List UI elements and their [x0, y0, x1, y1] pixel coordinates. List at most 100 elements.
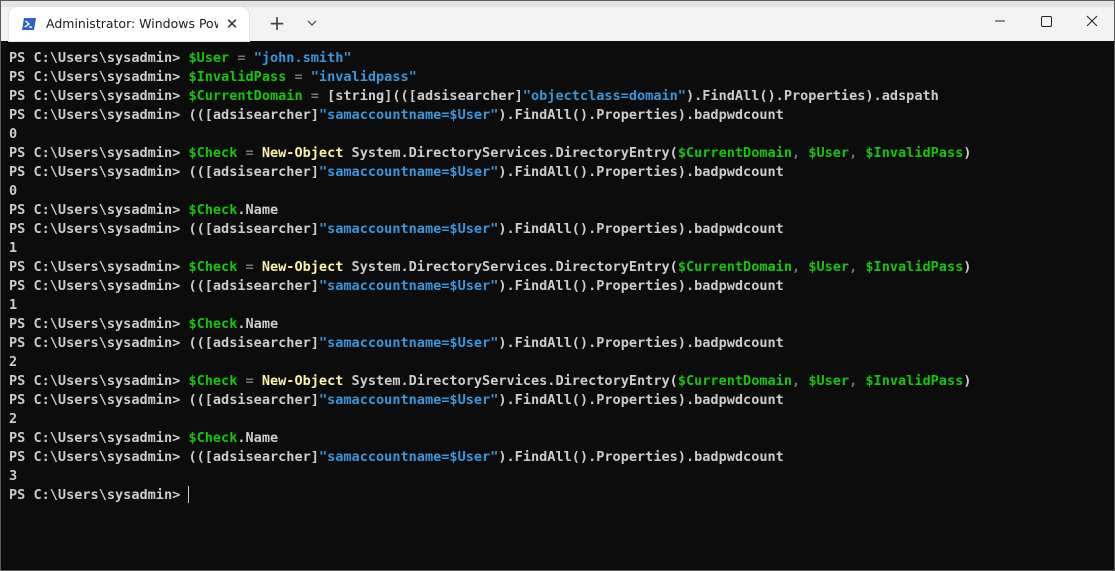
terminal-output[interactable]: PS C:\Users\sysadmin> $User = "john.smit… — [9, 49, 1109, 564]
minimize-button[interactable] — [977, 1, 1023, 41]
tab-powershell[interactable]: Administrator: Windows PowerShell ✕ — [9, 7, 249, 41]
terminal-token: ).FindAll().Properties).badpwdcount — [498, 392, 784, 408]
terminal-token: $User — [188, 50, 230, 66]
terminal-token: "samaccountname=$User" — [318, 449, 499, 465]
terminal-token: ).FindAll().Properties).adspath — [685, 88, 939, 104]
terminal-token: PS C:\Users\sysadmin> — [9, 88, 189, 104]
tab-dropdown-button[interactable] — [299, 11, 325, 35]
terminal-line: 1 — [9, 296, 1109, 315]
terminal-token: $InvalidPass — [188, 69, 287, 85]
terminal-line: 0 — [9, 125, 1109, 144]
terminal-token: "samaccountname=$User" — [318, 164, 499, 180]
terminal-token: 0 — [9, 183, 18, 199]
terminal-token: , — [849, 373, 866, 389]
terminal-token: "samaccountname=$User" — [318, 221, 499, 237]
terminal-token: New-Object — [261, 145, 344, 161]
terminal-token: ) — [963, 259, 972, 275]
terminal-line: PS C:\Users\sysadmin> (([adsisearcher]"s… — [9, 220, 1109, 239]
terminal-token: PS C:\Users\sysadmin> — [9, 335, 189, 351]
terminal-token: = — [286, 69, 311, 85]
terminal-token: "objectclass=domain" — [522, 88, 686, 104]
terminal-token: (([adsisearcher] — [188, 164, 319, 180]
terminal-line: PS C:\Users\sysadmin> $Check = New-Objec… — [9, 144, 1109, 163]
terminal-token: ).FindAll().Properties).badpwdcount — [498, 449, 784, 465]
terminal-token: ).FindAll().Properties).badpwdcount — [498, 164, 784, 180]
terminal-line: PS C:\Users\sysadmin> $Check.Name — [9, 429, 1109, 448]
terminal-token: $InvalidPass — [865, 373, 964, 389]
terminal-line: PS C:\Users\sysadmin> (([adsisearcher]"s… — [9, 334, 1109, 353]
terminal-token: $Check — [188, 145, 238, 161]
terminal-token: , — [792, 145, 809, 161]
terminal-token: $Check — [188, 202, 238, 218]
terminal-line: 1 — [9, 239, 1109, 258]
terminal-token: PS C:\Users\sysadmin> — [9, 316, 189, 332]
terminal-token: , — [792, 259, 809, 275]
close-icon: ✕ — [225, 15, 239, 33]
terminal-line: 0 — [9, 182, 1109, 201]
terminal-token: $Check — [188, 373, 238, 389]
prompt-line[interactable]: PS C:\Users\sysadmin> — [9, 486, 1109, 505]
terminal-token: 3 — [9, 468, 18, 484]
close-tab-button[interactable]: ✕ — [223, 15, 241, 33]
close-window-button[interactable] — [1069, 1, 1115, 41]
chevron-down-icon — [307, 20, 317, 26]
terminal-token: (([adsisearcher] — [188, 221, 319, 237]
terminal-token: PS C:\Users\sysadmin> — [9, 430, 189, 446]
terminal-token: $CurrentDomain — [677, 145, 792, 161]
terminal-token: "invalidpass" — [310, 69, 417, 85]
tab-title: Administrator: Windows PowerShell — [46, 16, 218, 31]
terminal-token: (([adsisearcher] — [188, 449, 319, 465]
terminal-token: System.DirectoryServices.DirectoryEntry( — [343, 259, 678, 275]
terminal-token: ).FindAll().Properties).badpwdcount — [498, 221, 784, 237]
terminal-token: PS C:\Users\sysadmin> — [9, 221, 189, 237]
new-tab-button[interactable]: + — [264, 11, 290, 35]
terminal-token: New-Object — [261, 259, 344, 275]
powershell-icon — [21, 16, 37, 32]
terminal-token: ).FindAll().Properties).badpwdcount — [498, 278, 784, 294]
terminal-token: $InvalidPass — [865, 145, 964, 161]
terminal-token: 1 — [9, 240, 18, 256]
terminal-token: 2 — [9, 354, 18, 370]
terminal-token: 1 — [9, 297, 18, 313]
terminal-token: .Name — [237, 430, 279, 446]
terminal-line: PS C:\Users\sysadmin> (([adsisearcher]"s… — [9, 106, 1109, 125]
terminal-token: [string](([adsisearcher] — [327, 88, 523, 104]
terminal-token: PS C:\Users\sysadmin> — [9, 373, 189, 389]
maximize-button[interactable] — [1023, 1, 1069, 41]
terminal-token: $User — [808, 145, 850, 161]
plus-icon: + — [268, 11, 286, 35]
terminal-token: PS C:\Users\sysadmin> — [9, 259, 189, 275]
terminal-line: 2 — [9, 410, 1109, 429]
terminal-line: 2 — [9, 353, 1109, 372]
terminal-token: $Check — [188, 316, 238, 332]
terminal-token: PS C:\Users\sysadmin> — [9, 278, 189, 294]
terminal-token: PS C:\Users\sysadmin> — [9, 107, 189, 123]
terminal-token: PS C:\Users\sysadmin> — [9, 449, 189, 465]
terminal-token: "samaccountname=$User" — [318, 392, 499, 408]
close-icon — [1086, 15, 1098, 27]
terminal-token: ) — [963, 145, 972, 161]
terminal-token: System.DirectoryServices.DirectoryEntry( — [343, 373, 678, 389]
terminal-token: , — [792, 373, 809, 389]
terminal-token: = — [302, 88, 328, 104]
terminal-token: .Name — [237, 202, 279, 218]
title-bar[interactable]: Administrator: Windows PowerShell ✕ + — [1, 1, 1114, 41]
terminal-token: $Check — [188, 430, 238, 446]
terminal-token: .Name — [237, 316, 279, 332]
terminal-token: $Check — [188, 259, 238, 275]
terminal-token: PS C:\Users\sysadmin> — [9, 164, 189, 180]
terminal-token: ) — [963, 373, 972, 389]
terminal-token: PS C:\Users\sysadmin> — [9, 202, 189, 218]
terminal-token: , — [849, 259, 866, 275]
terminal-token: System.DirectoryServices.DirectoryEntry( — [343, 145, 678, 161]
terminal-token: = — [237, 259, 262, 275]
terminal-token: PS C:\Users\sysadmin> — [9, 50, 189, 66]
terminal-token: PS C:\Users\sysadmin> — [9, 392, 189, 408]
terminal-window: Administrator: Windows PowerShell ✕ + — [0, 0, 1115, 571]
terminal-token: $CurrentDomain — [677, 259, 792, 275]
terminal-token: = — [229, 50, 254, 66]
terminal-token: "john.smith" — [253, 50, 352, 66]
terminal-token: PS C:\Users\sysadmin> — [9, 145, 189, 161]
terminal-token: $User — [808, 259, 850, 275]
terminal-line: PS C:\Users\sysadmin> $Check = New-Objec… — [9, 372, 1109, 391]
